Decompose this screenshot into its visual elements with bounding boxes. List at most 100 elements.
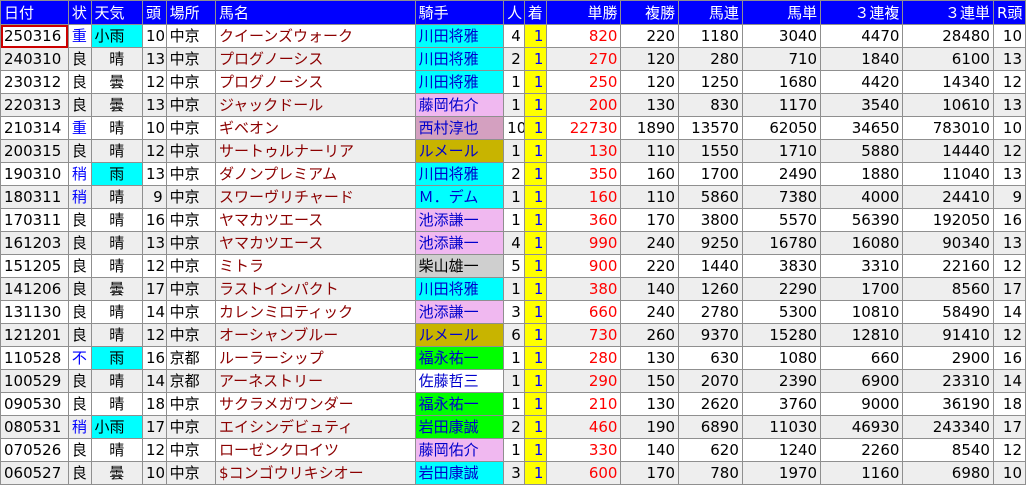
cell-win: 380 [546, 277, 622, 301]
table-row[interactable]: 240310 良晴 13 中京 プログノーシス 川田将雅 2 1 270 120 280 710 184… [0, 47, 1026, 71]
cell-umatan: 1080 [741, 346, 822, 370]
table-row[interactable]: 210314重晴10中京ギベオン西村淳也10122730189013570620… [0, 116, 1026, 140]
cell-place: 中京 [165, 392, 217, 416]
cell-umatan: 62050 [741, 116, 822, 140]
table-row[interactable]: 131130 良晴 14 中京 カレンミロティック 池添謙一 3 1 660 240 2780 530… [0, 300, 1026, 324]
cell-weather: 晴 [90, 139, 143, 163]
cell-rank: 1 [523, 254, 548, 278]
col-header-race-heads[interactable]: R頭 [992, 0, 1026, 25]
cell-rank: 1 [523, 277, 548, 301]
col-header-jockey[interactable]: 騎手 [414, 0, 505, 25]
cell-umatan: 2290 [741, 277, 822, 301]
cell-trifecta: 14440 [902, 139, 994, 163]
col-header-trio[interactable]: ３連複 [820, 0, 904, 25]
cell-date: 161203 [0, 231, 69, 255]
cell-umatan: 3040 [741, 24, 822, 48]
cell-trifecta: 783010 [902, 116, 994, 140]
cell-place-pay: 130 [620, 392, 680, 416]
cell-weather: 曇 [90, 93, 143, 117]
cell-heads: 13 [141, 231, 167, 255]
cell-weather: 曇 [90, 70, 143, 94]
table-row[interactable]: 100529 良晴 14 京都 アーネストリー 佐藤哲三 1 1 290 150 2070 2390 6… [0, 369, 1026, 393]
col-header-place[interactable]: 場所 [165, 0, 217, 25]
table-row[interactable]: 070526 良晴 12 中京 ローゼンクロイツ 藤岡佑介 1 1 330 140 620 1240 2… [0, 438, 1026, 462]
table-row[interactable]: 080531 稍小雨 17 中京 エイシンデビュティ 岩田康誠 2 1 460 190 6890 11… [0, 415, 1026, 439]
table-row[interactable]: 141206 良曇 17 中京 ラストインパクト 川田将雅 1 1 380 140 1260 2290… [0, 277, 1026, 301]
cell-weather: 小雨 [90, 415, 143, 439]
cell-race-heads: 13 [992, 162, 1026, 186]
cell-jockey: 池添謙一 [414, 208, 505, 232]
col-header-popularity[interactable]: 人 [503, 0, 525, 25]
table-row[interactable]: 110528 不雨 16 京都 ルーラーシップ 福永祐一 1 1 280 130 630 1080 66… [0, 346, 1026, 370]
cell-umatan: 5300 [741, 300, 822, 324]
col-header-condition[interactable]: 状 [67, 0, 92, 25]
cell-weather: 晴 [90, 231, 143, 255]
cell-race-heads: 14 [992, 300, 1026, 324]
cell-place-pay: 120 [620, 47, 680, 71]
cell-umatan: 3760 [741, 392, 822, 416]
table-row[interactable]: 060527 良曇 10 中京 $コンゴウリキシオー 岩田康誠 3 1 600 170 780 197… [0, 461, 1026, 485]
table-row[interactable]: 121201 良晴 12 中京 オーシャンブルー ルメール 6 1 730 260 9370 1528… [0, 323, 1026, 347]
cell-jockey: 岩田康誠 [414, 461, 505, 485]
col-header-umaren[interactable]: 馬連 [678, 0, 743, 25]
cell-umaren: 2780 [678, 300, 743, 324]
table-row[interactable]: 180311 稍晴 9 中京 スワーヴリチャード Ｍ．デム 1 1 160 110 5860 7380… [0, 185, 1026, 209]
cell-weather: 雨 [90, 162, 143, 186]
cell-popularity: 1 [503, 139, 525, 163]
cell-win: 820 [546, 24, 622, 48]
cell-place: 中京 [165, 24, 217, 48]
cell-condition: 良 [67, 254, 92, 278]
cell-umatan: 1170 [741, 93, 822, 117]
col-header-rank[interactable]: 着 [523, 0, 548, 25]
table-row[interactable]: 090530 良晴 18 中京 サクラメガワンダー 福永祐一 1 1 210 130 2620 376… [0, 392, 1026, 416]
cell-race-heads: 17 [992, 415, 1026, 439]
col-header-horse[interactable]: 馬名 [215, 0, 416, 25]
cell-date: 100529 [0, 369, 69, 393]
cell-place-pay: 120 [620, 70, 680, 94]
table-row[interactable]: 161203 良晴 13 中京 ヤマカツエース 池添謙一 4 1 990 240 9250 16780… [0, 231, 1026, 255]
col-header-heads[interactable]: 頭 [141, 0, 167, 25]
cell-rank: 1 [523, 323, 548, 347]
cell-umaren: 830 [678, 93, 743, 117]
cell-trifecta: 6980 [902, 461, 994, 485]
cell-trio: 4000 [820, 185, 904, 209]
cell-trifecta: 10610 [902, 93, 994, 117]
table-row[interactable]: 151205 良晴 12 中京 ミトラ 柴山雄一 5 1 900 220 1440 3830 3310 2… [0, 254, 1026, 278]
table-row[interactable]: 190310 稍雨 13 中京 ダノンプレミアム 川田将雅 2 1 350 160 1700 2490… [0, 162, 1026, 186]
cell-rank: 1 [523, 392, 548, 416]
cell-weather: 曇 [90, 461, 143, 485]
col-header-date[interactable]: 日付 [0, 0, 69, 25]
table-row[interactable]: 220313 良曇 13 中京 ジャックドール 藤岡佑介 1 1 200 130 830 1170 35… [0, 93, 1026, 117]
cell-jockey: 池添謙一 [414, 231, 505, 255]
cell-umaren: 780 [678, 461, 743, 485]
cell-place-pay: 110 [620, 185, 680, 209]
cell-place: 中京 [165, 300, 217, 324]
cell-win: 250 [546, 70, 622, 94]
cell-place-pay: 140 [620, 438, 680, 462]
col-header-win[interactable]: 単勝 [546, 0, 622, 25]
cell-umaren: 620 [678, 438, 743, 462]
cell-umaren: 630 [678, 346, 743, 370]
cell-horse-name: ローゼンクロイツ [215, 438, 416, 462]
col-header-trifecta[interactable]: ３連単 [902, 0, 994, 25]
table-row[interactable]: 250316 重小雨 10 中京 クイーンズウォーク 川田将雅 4 1 820 220 1180 30… [0, 24, 1026, 48]
cell-place: 京都 [165, 369, 217, 393]
table-row[interactable]: 230312 良曇 12 中京 プログノーシス 川田将雅 1 1 250 120 1250 1680 4… [0, 70, 1026, 94]
cell-race-heads: 18 [992, 392, 1026, 416]
cell-date: 151205 [0, 254, 69, 278]
cell-rank: 1 [523, 70, 548, 94]
col-header-weather[interactable]: 天気 [90, 0, 143, 25]
cell-umaren: 1260 [678, 277, 743, 301]
cell-heads: 10 [141, 461, 167, 485]
cell-condition: 不 [67, 346, 92, 370]
cell-win: 290 [546, 369, 622, 393]
col-header-place-pay[interactable]: 複勝 [620, 0, 680, 25]
col-header-umatan[interactable]: 馬単 [741, 0, 822, 25]
cell-place: 中京 [165, 70, 217, 94]
table-row[interactable]: 170311 良晴 16 中京 ヤマカツエース 池添謙一 1 1 360 170 3800 5570 5… [0, 208, 1026, 232]
cell-heads: 17 [141, 415, 167, 439]
cell-horse-name: ヤマカツエース [215, 231, 416, 255]
cell-place: 中京 [165, 93, 217, 117]
table-row[interactable]: 200315 良晴 12 中京 サートゥルナーリア ルメール 1 1 130 110 1550 171… [0, 139, 1026, 163]
cell-jockey: 川田将雅 [414, 277, 505, 301]
